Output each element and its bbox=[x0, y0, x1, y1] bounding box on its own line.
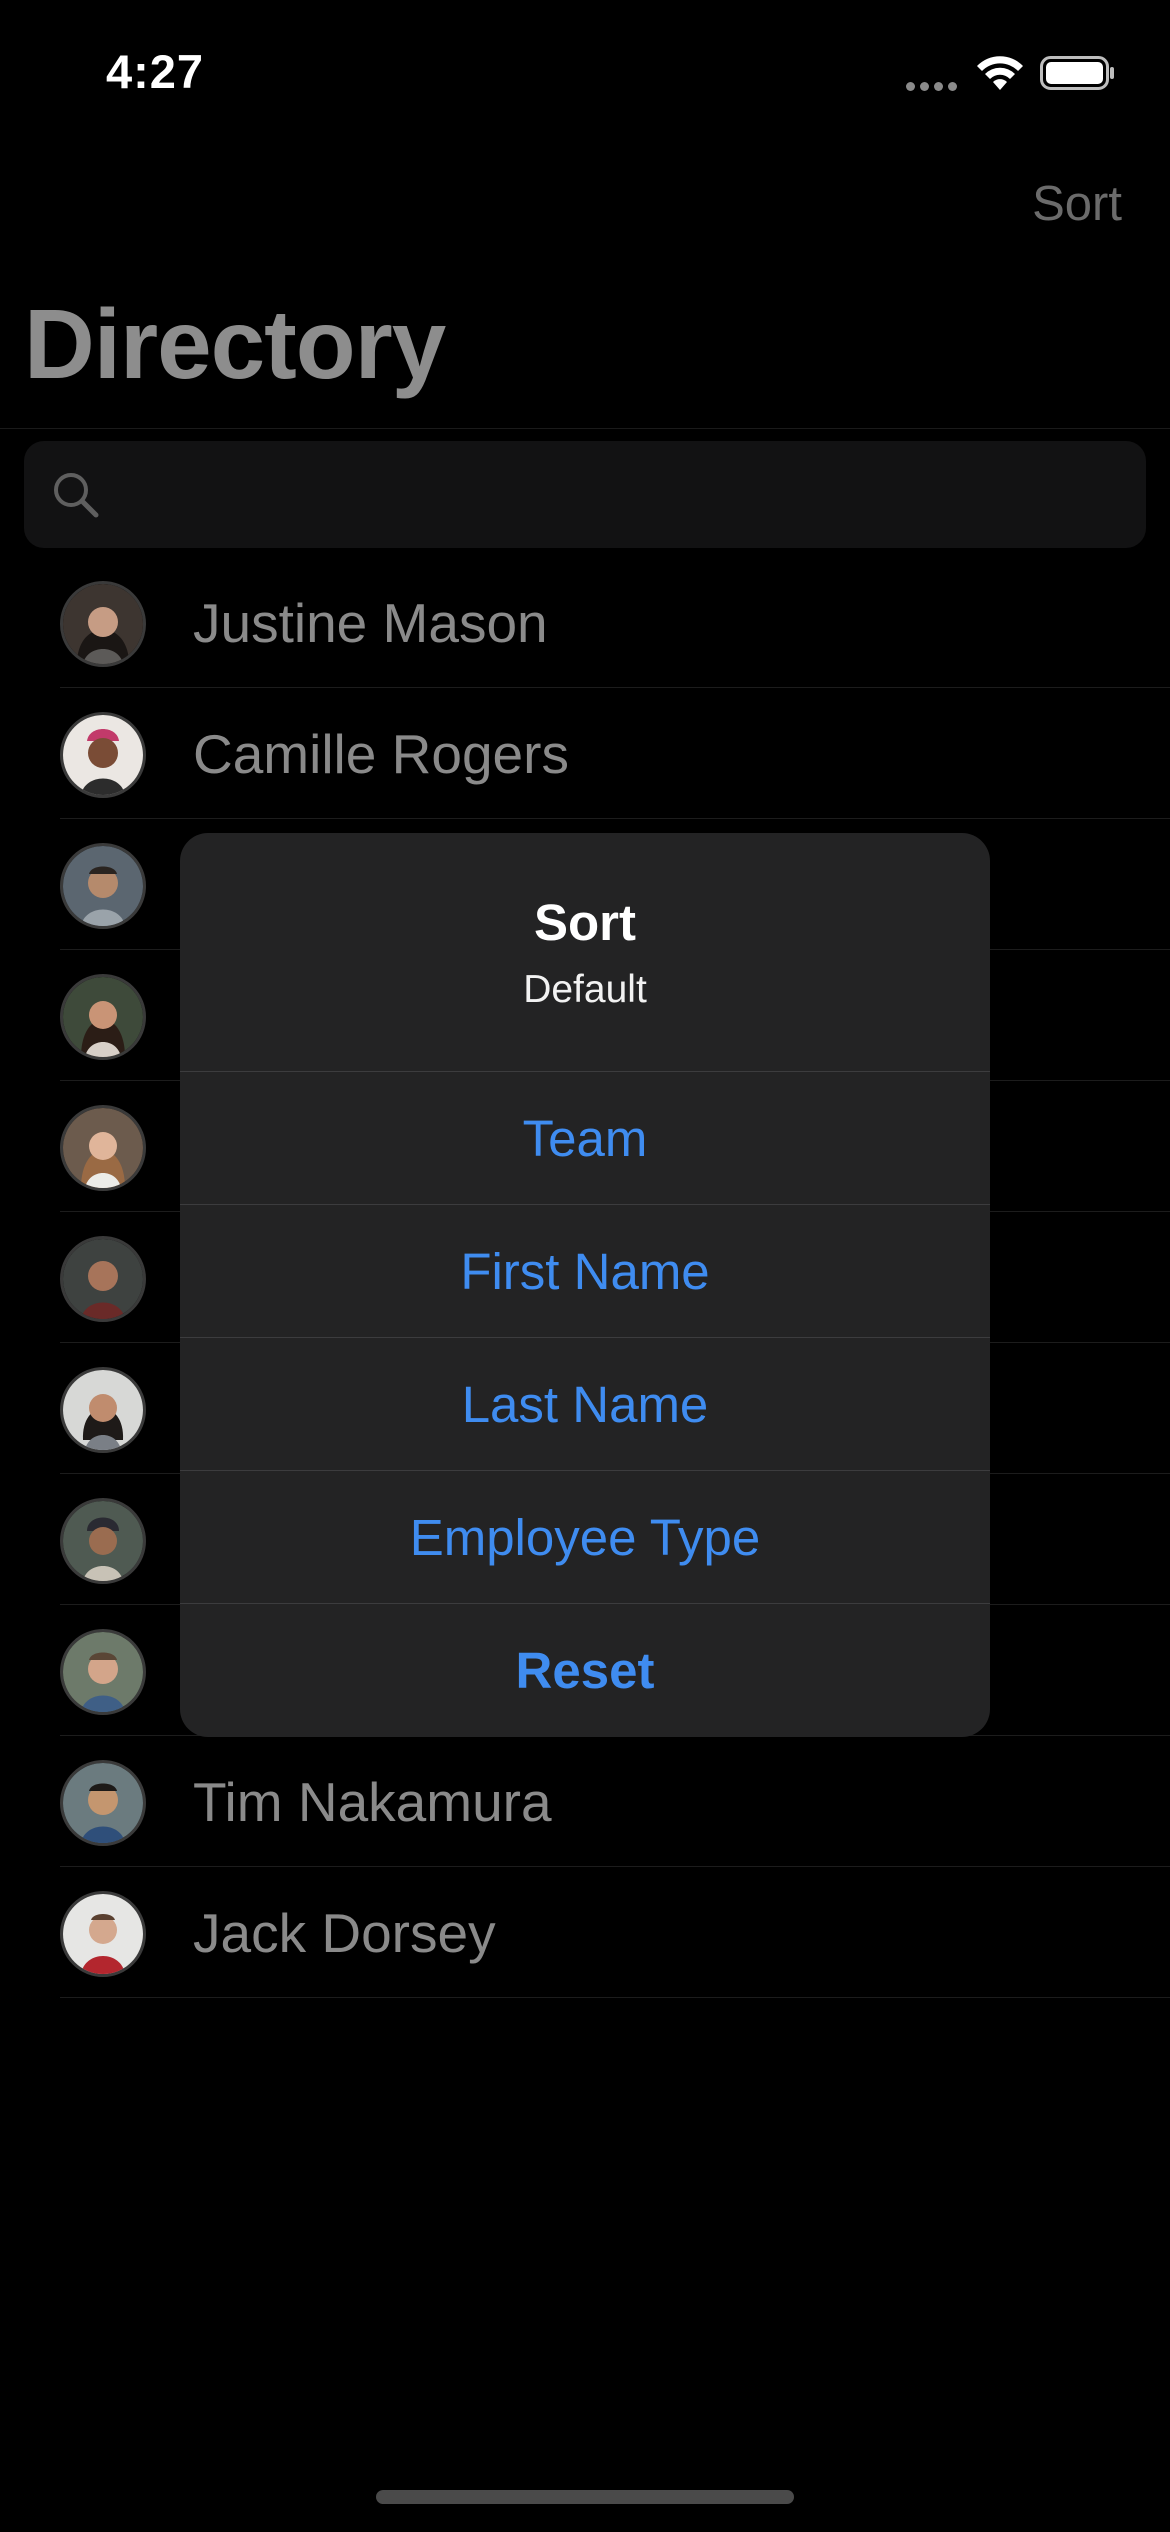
avatar bbox=[60, 1760, 146, 1846]
avatar bbox=[60, 1105, 146, 1191]
list-item[interactable]: Justine Mason bbox=[0, 557, 1170, 688]
avatar bbox=[60, 843, 146, 929]
avatar bbox=[60, 1236, 146, 1322]
sort-employee-type-button[interactable]: Employee Type bbox=[180, 1471, 990, 1604]
search-bar[interactable] bbox=[24, 441, 1146, 550]
avatar bbox=[60, 974, 146, 1060]
contact-name: Jack Dorsey bbox=[193, 1902, 496, 1964]
contact-name: Tim Nakamura bbox=[193, 1771, 552, 1833]
status-bar: 4:27 bbox=[0, 0, 1170, 140]
row-separator bbox=[60, 1997, 1170, 1998]
sort-last-name-button[interactable]: Last Name bbox=[180, 1338, 990, 1471]
avatar bbox=[60, 1498, 146, 1584]
alert-message: Default bbox=[523, 968, 647, 1011]
alert-header: Sort Default bbox=[180, 833, 990, 1072]
avatar bbox=[60, 1891, 146, 1977]
list-item[interactable]: Camille Rogers bbox=[0, 688, 1170, 819]
battery-icon bbox=[1040, 56, 1114, 90]
search-icon bbox=[54, 473, 99, 518]
sort-button[interactable]: Sort bbox=[1032, 176, 1122, 232]
home-indicator[interactable] bbox=[376, 2490, 794, 2504]
status-time: 4:27 bbox=[106, 45, 205, 98]
avatar bbox=[60, 1629, 146, 1715]
cellular-signal-icon bbox=[906, 82, 957, 91]
sort-team-button[interactable]: Team bbox=[180, 1072, 990, 1205]
list-item[interactable]: Jack Dorsey bbox=[0, 1867, 1170, 1998]
search-input[interactable] bbox=[120, 441, 1124, 550]
alert-title: Sort bbox=[534, 894, 636, 951]
avatar bbox=[60, 712, 146, 798]
divider bbox=[0, 428, 1170, 429]
wifi-icon bbox=[977, 56, 1023, 90]
reset-button[interactable]: Reset bbox=[180, 1604, 990, 1737]
contact-name: Camille Rogers bbox=[193, 723, 569, 785]
sort-alert: Sort Default Team First Name Last Name E… bbox=[180, 833, 990, 1737]
list-item[interactable]: Tim Nakamura bbox=[0, 1736, 1170, 1867]
sort-first-name-button[interactable]: First Name bbox=[180, 1205, 990, 1338]
avatar bbox=[60, 1367, 146, 1453]
contact-name: Justine Mason bbox=[193, 592, 548, 654]
page-title: Directory bbox=[24, 289, 446, 399]
avatar bbox=[60, 581, 146, 667]
